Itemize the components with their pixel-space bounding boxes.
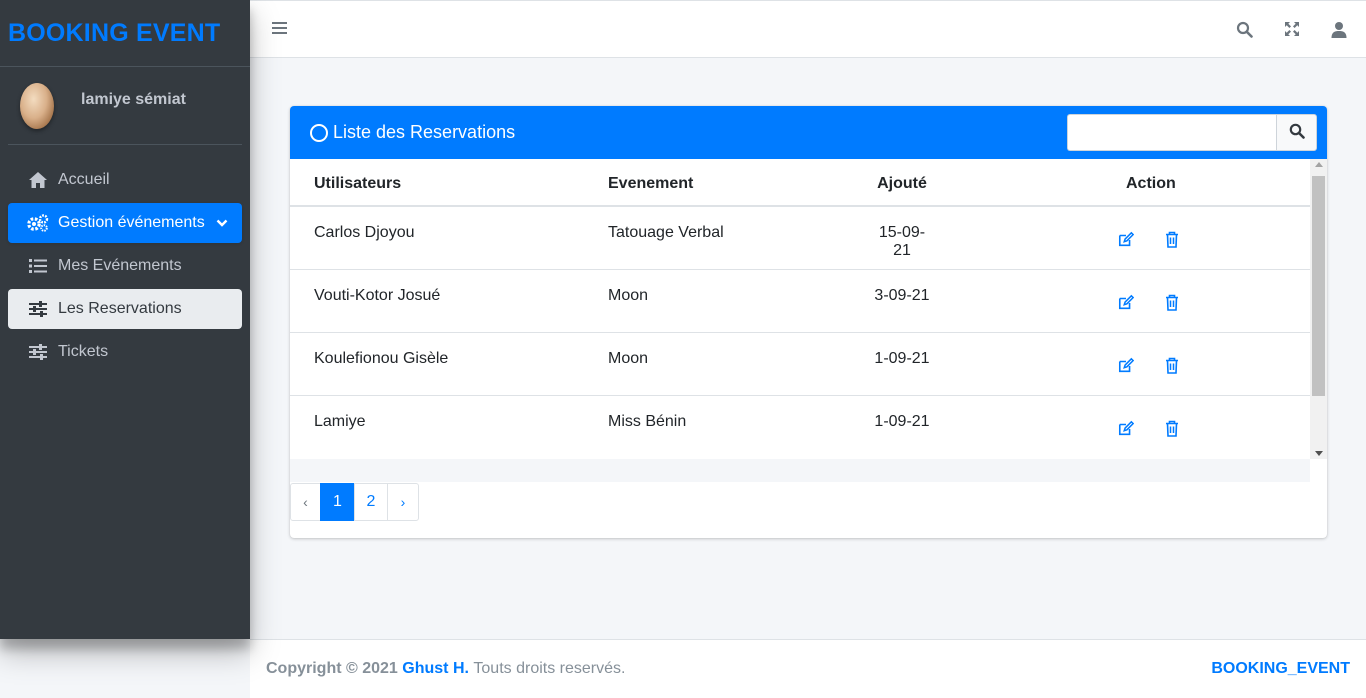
sidebar-nav: Accueil Gestion événements Mes Evénement… <box>0 160 250 372</box>
trash-icon[interactable] <box>1165 294 1181 311</box>
cell-event: Moon <box>608 350 649 367</box>
trash-icon[interactable] <box>1165 231 1181 248</box>
scrollbar-thumb[interactable] <box>1312 176 1325 396</box>
edit-icon[interactable] <box>1118 357 1134 373</box>
menu-icon[interactable] <box>272 21 287 40</box>
footer-author-link[interactable]: Ghust H. <box>402 660 469 678</box>
sliders-icon <box>27 342 49 362</box>
sidebar-item-label: Accueil <box>58 171 110 188</box>
scroll-down-arrow-icon[interactable] <box>1315 451 1323 456</box>
footer-brand: BOOKING_EVENT <box>1211 660 1350 677</box>
expand-icon[interactable] <box>1282 19 1301 39</box>
search-button[interactable] <box>1276 114 1317 151</box>
row-actions <box>1118 420 1181 437</box>
scroll-up-arrow-icon[interactable] <box>1315 162 1323 167</box>
brand-title[interactable]: BOOKING EVENT <box>8 19 220 48</box>
footer-rights: Touts droits reservés. <box>473 660 626 677</box>
search-icon <box>1289 123 1305 142</box>
table-row: Carlos Djoyou Tatouage Verbal 15-09-21 <box>290 207 1310 270</box>
sidebar-item-accueil[interactable]: Accueil <box>8 160 242 200</box>
user-panel: lamiye sémiat <box>8 67 242 145</box>
cell-user: Lamiye <box>314 413 366 430</box>
card-title: Liste des Reservations <box>310 122 515 143</box>
cell-added: 1-09-21 <box>874 413 930 430</box>
pagination-page-2[interactable]: 2 <box>354 483 388 521</box>
search-icon[interactable] <box>1235 19 1254 39</box>
sidebar-item-les-reservations[interactable]: Les Reservations <box>8 289 242 329</box>
pagination-next[interactable]: › <box>387 483 419 521</box>
footer: Copyright © 2021 Ghust H. Touts droits r… <box>250 639 1366 698</box>
user-icon[interactable] <box>1329 19 1348 39</box>
top-navbar <box>250 0 1366 58</box>
brand-link[interactable]: BOOKING EVENT <box>0 0 250 67</box>
trash-icon[interactable] <box>1165 420 1181 437</box>
cell-event: Miss Bénin <box>608 413 687 430</box>
sidebar: BOOKING EVENT lamiye sémiat Accueil Gest… <box>0 0 250 639</box>
column-header: Action <box>1126 175 1176 192</box>
table-scrollbar[interactable] <box>1310 159 1327 459</box>
cell-added: 1-09-21 <box>874 350 930 367</box>
sidebar-item-mes-evenements[interactable]: Mes Evénements <box>8 246 242 286</box>
table-row: Vouti-Kotor Josué Moon 3-09-21 <box>290 270 1310 333</box>
row-actions <box>1118 231 1181 248</box>
cell-event: Tatouage Verbal <box>608 224 724 241</box>
column-header[interactable]: Ajouté <box>870 175 934 193</box>
edit-icon[interactable] <box>1118 294 1134 310</box>
reservations-card: Liste des Reservations Utilisateurs Even… <box>290 106 1327 538</box>
table-row: Koulefionou Gisèle Moon 1-09-21 <box>290 333 1310 396</box>
sidebar-item-gestion-evenements[interactable]: Gestion événements <box>8 203 242 243</box>
sidebar-item-label: Gestion événements <box>58 214 205 231</box>
sidebar-item-label: Les Reservations <box>58 300 182 317</box>
cell-user: Koulefionou Gisèle <box>314 350 449 367</box>
row-actions <box>1118 357 1181 374</box>
pagination-prev[interactable]: ‹ <box>290 483 321 521</box>
navbar-right-icons <box>1235 19 1348 39</box>
table-search <box>1067 114 1317 151</box>
table-row: Lamiye Miss Bénin 1-09-21 <box>290 396 1310 458</box>
edit-icon[interactable] <box>1118 231 1134 247</box>
circle-icon <box>310 123 328 142</box>
column-header[interactable]: Evenement <box>608 175 693 193</box>
sidebar-bottom-gap <box>0 639 250 698</box>
pagination: ‹ 1 2 › <box>290 483 419 521</box>
table-header-row: Utilisateurs Evenement Ajouté Action <box>290 159 1310 207</box>
list-icon <box>27 256 49 276</box>
search-input[interactable] <box>1067 114 1276 151</box>
pagination-page-1[interactable]: 1 <box>320 483 355 521</box>
column-header[interactable]: Utilisateurs <box>314 175 401 193</box>
cogs-icon <box>27 213 49 233</box>
cell-added: 3-09-21 <box>874 287 930 304</box>
cell-added: 15-09-21 <box>878 224 926 259</box>
edit-icon[interactable] <box>1118 420 1134 436</box>
avatar[interactable] <box>20 82 54 129</box>
row-actions <box>1118 294 1181 311</box>
table-bottom-band <box>290 459 1310 482</box>
trash-icon[interactable] <box>1165 357 1181 374</box>
sidebar-item-label: Mes Evénements <box>58 257 182 274</box>
sidebar-item-tickets[interactable]: Tickets <box>8 332 242 372</box>
sidebar-item-label: Tickets <box>58 343 109 360</box>
reservations-table: Utilisateurs Evenement Ajouté Action Car… <box>290 159 1310 458</box>
cell-user: Vouti-Kotor Josué <box>314 287 441 304</box>
card-header: Liste des Reservations <box>290 106 1327 159</box>
footer-copyright: Copyright © 2021 <box>266 660 398 677</box>
home-icon <box>27 170 49 190</box>
sliders-icon <box>27 299 49 319</box>
card-title-text: Liste des Reservations <box>333 122 516 142</box>
chevron-down-icon <box>216 215 228 233</box>
cell-event: Moon <box>608 287 649 304</box>
cell-user: Carlos Djoyou <box>314 224 415 241</box>
table-container: Utilisateurs Evenement Ajouté Action Car… <box>290 159 1327 459</box>
user-name[interactable]: lamiye sémiat <box>81 91 186 109</box>
